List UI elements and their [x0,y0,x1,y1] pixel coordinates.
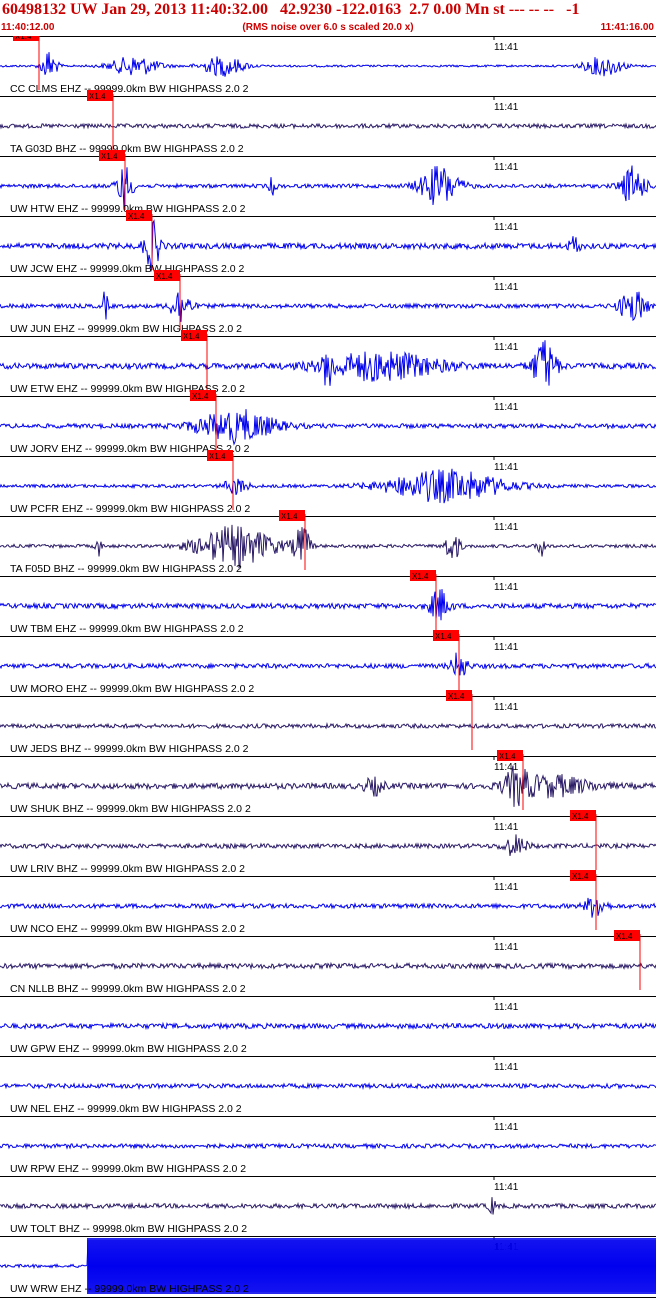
pick-label: X1.4 [89,92,106,101]
minute-tick-label: 11:41 [494,822,519,833]
minute-tick-label: 11:41 [494,582,519,593]
pick-label: X1.4 [572,812,589,821]
pick-label: X1.4 [281,512,298,521]
trace-label: UW WRW EHZ -- 99999.0km BW HIGHPASS 2.0 … [10,1283,249,1295]
minute-tick-label: 11:41 [494,342,519,353]
minute-tick-label: 11:41 [494,1002,519,1013]
pick-label: X1.4 [192,392,209,401]
waveform-trace [0,589,656,621]
pick-label: X1.4 [499,752,516,761]
trace-label: UW PCFR EHZ -- 99999.0km BW HIGHPASS 2.0… [10,503,250,515]
trace-label: CN NLLB BHZ -- 99999.0km BW HIGHPASS 2.0… [10,983,246,995]
trace-label: UW TOLT BHZ -- 99998.0km BW HIGHPASS 2.0… [10,1223,247,1235]
pick-label: X1.4 [616,932,633,941]
waveform-trace [0,1197,656,1215]
minute-tick-label: 11:41 [494,942,519,953]
minute-tick-label: 11:41 [494,42,519,53]
trace-label: TA F05D BHZ -- 99999.0km BW HIGHPASS 2.0… [10,563,242,575]
trace-label: UW LRIV BHZ -- 99999.0km BW HIGHPASS 2.0… [10,863,245,875]
waveform-trace [0,468,656,504]
waveform-trace [0,340,656,386]
minute-tick-label: 11:41 [494,282,519,293]
pick-label: X1.4 [435,632,452,641]
minute-tick-label: 11:41 [494,222,519,233]
minute-tick-label: 11:41 [494,402,519,413]
minute-tick-label: 11:41 [494,462,519,473]
minute-tick-label: 11:41 [494,762,519,773]
waveform-trace [0,52,656,77]
waveform-trace [0,122,656,130]
pick-label: X1.4 [572,872,589,881]
waveform-trace [0,291,656,322]
pick-label: X1.4 [101,152,118,161]
waveform-trace [0,652,656,676]
minute-tick-label: 11:41 [494,1122,519,1133]
waveform-trace [0,721,656,730]
minute-tick-label: 11:41 [494,1062,519,1073]
trace-label: TA G03D BHZ -- 99999.0km BW HIGHPASS 2.0… [10,143,244,155]
waveform-trace [0,834,656,856]
event-title: 60498132 UW Jan 29, 2013 11:40:32.00 42.… [2,1,580,18]
pick-label: X1.4 [156,272,173,281]
waveform-trace [0,897,656,918]
waveform-trace [0,765,656,807]
waveform-trace [0,409,656,446]
header: 60498132 UW Jan 29, 2013 11:40:32.00 42.… [0,0,656,36]
trace-label: UW JUN EHZ -- 99999.0km BW HIGHPASS 2.0 … [10,323,242,335]
trace-label: UW JEDS BHZ -- 99999.0km BW HIGHPASS 2.0… [10,743,249,755]
waveform-trace [0,961,656,971]
noise-note: (RMS noise over 6.0 s scaled 20.0 x) [242,22,414,33]
waveform-trace [0,524,656,569]
trace-label: UW NEL EHZ -- 99999.0km BW HIGHPASS 2.0 … [10,1103,242,1115]
trace-label: UW RPW EHZ -- 99999.0km BW HIGHPASS 2.0 … [10,1163,246,1175]
trace-label: CC CLMS EHZ -- 99999.0km BW HIGHPASS 2.0… [10,83,249,95]
minute-tick-label: 11:41 [494,702,519,713]
pick-label: X1.4 [412,572,429,581]
trace-label: UW SHUK BHZ -- 99999.0km BW HIGHPASS 2.0… [10,803,251,815]
minute-tick-label: 11:41 [494,162,519,173]
pick-label: X1.4 [448,692,465,701]
minute-tick-label: 11:41 [494,1182,519,1193]
seismogram-plot: 11:41X1.4CC CLMS EHZ -- 99999.0km BW HIG… [0,36,656,1298]
pick-label: X1.4 [209,452,226,461]
minute-tick-label: 11:41 [494,102,519,113]
trace-label: UW GPW EHZ -- 99999.0km BW HIGHPASS 2.0 … [10,1043,247,1055]
minute-tick-label: 11:41 [494,522,519,533]
pick-label: X1.4 [128,212,145,221]
waveform-trace [0,1082,656,1090]
trace-label: UW MORO EHZ -- 99999.0km BW HIGHPASS 2.0… [10,683,254,695]
trace-label: UW NCO EHZ -- 99999.0km BW HIGHPASS 2.0 … [10,923,245,935]
pick-label: X1.4 [15,36,32,41]
waveform-trace [0,1021,656,1031]
minute-tick-label: 11:41 [494,642,519,653]
waveform-trace [0,1142,656,1150]
minute-tick-label: 11:41 [494,882,519,893]
end-time: 11:41:16.00 [600,22,654,33]
trace-label: UW TBM EHZ -- 99999.0km BW HIGHPASS 2.0 … [10,623,244,635]
trace-label: UW JCW EHZ -- 99999.0km BW HIGHPASS 2.0 … [10,263,245,275]
pick-label: X1.4 [183,332,200,341]
